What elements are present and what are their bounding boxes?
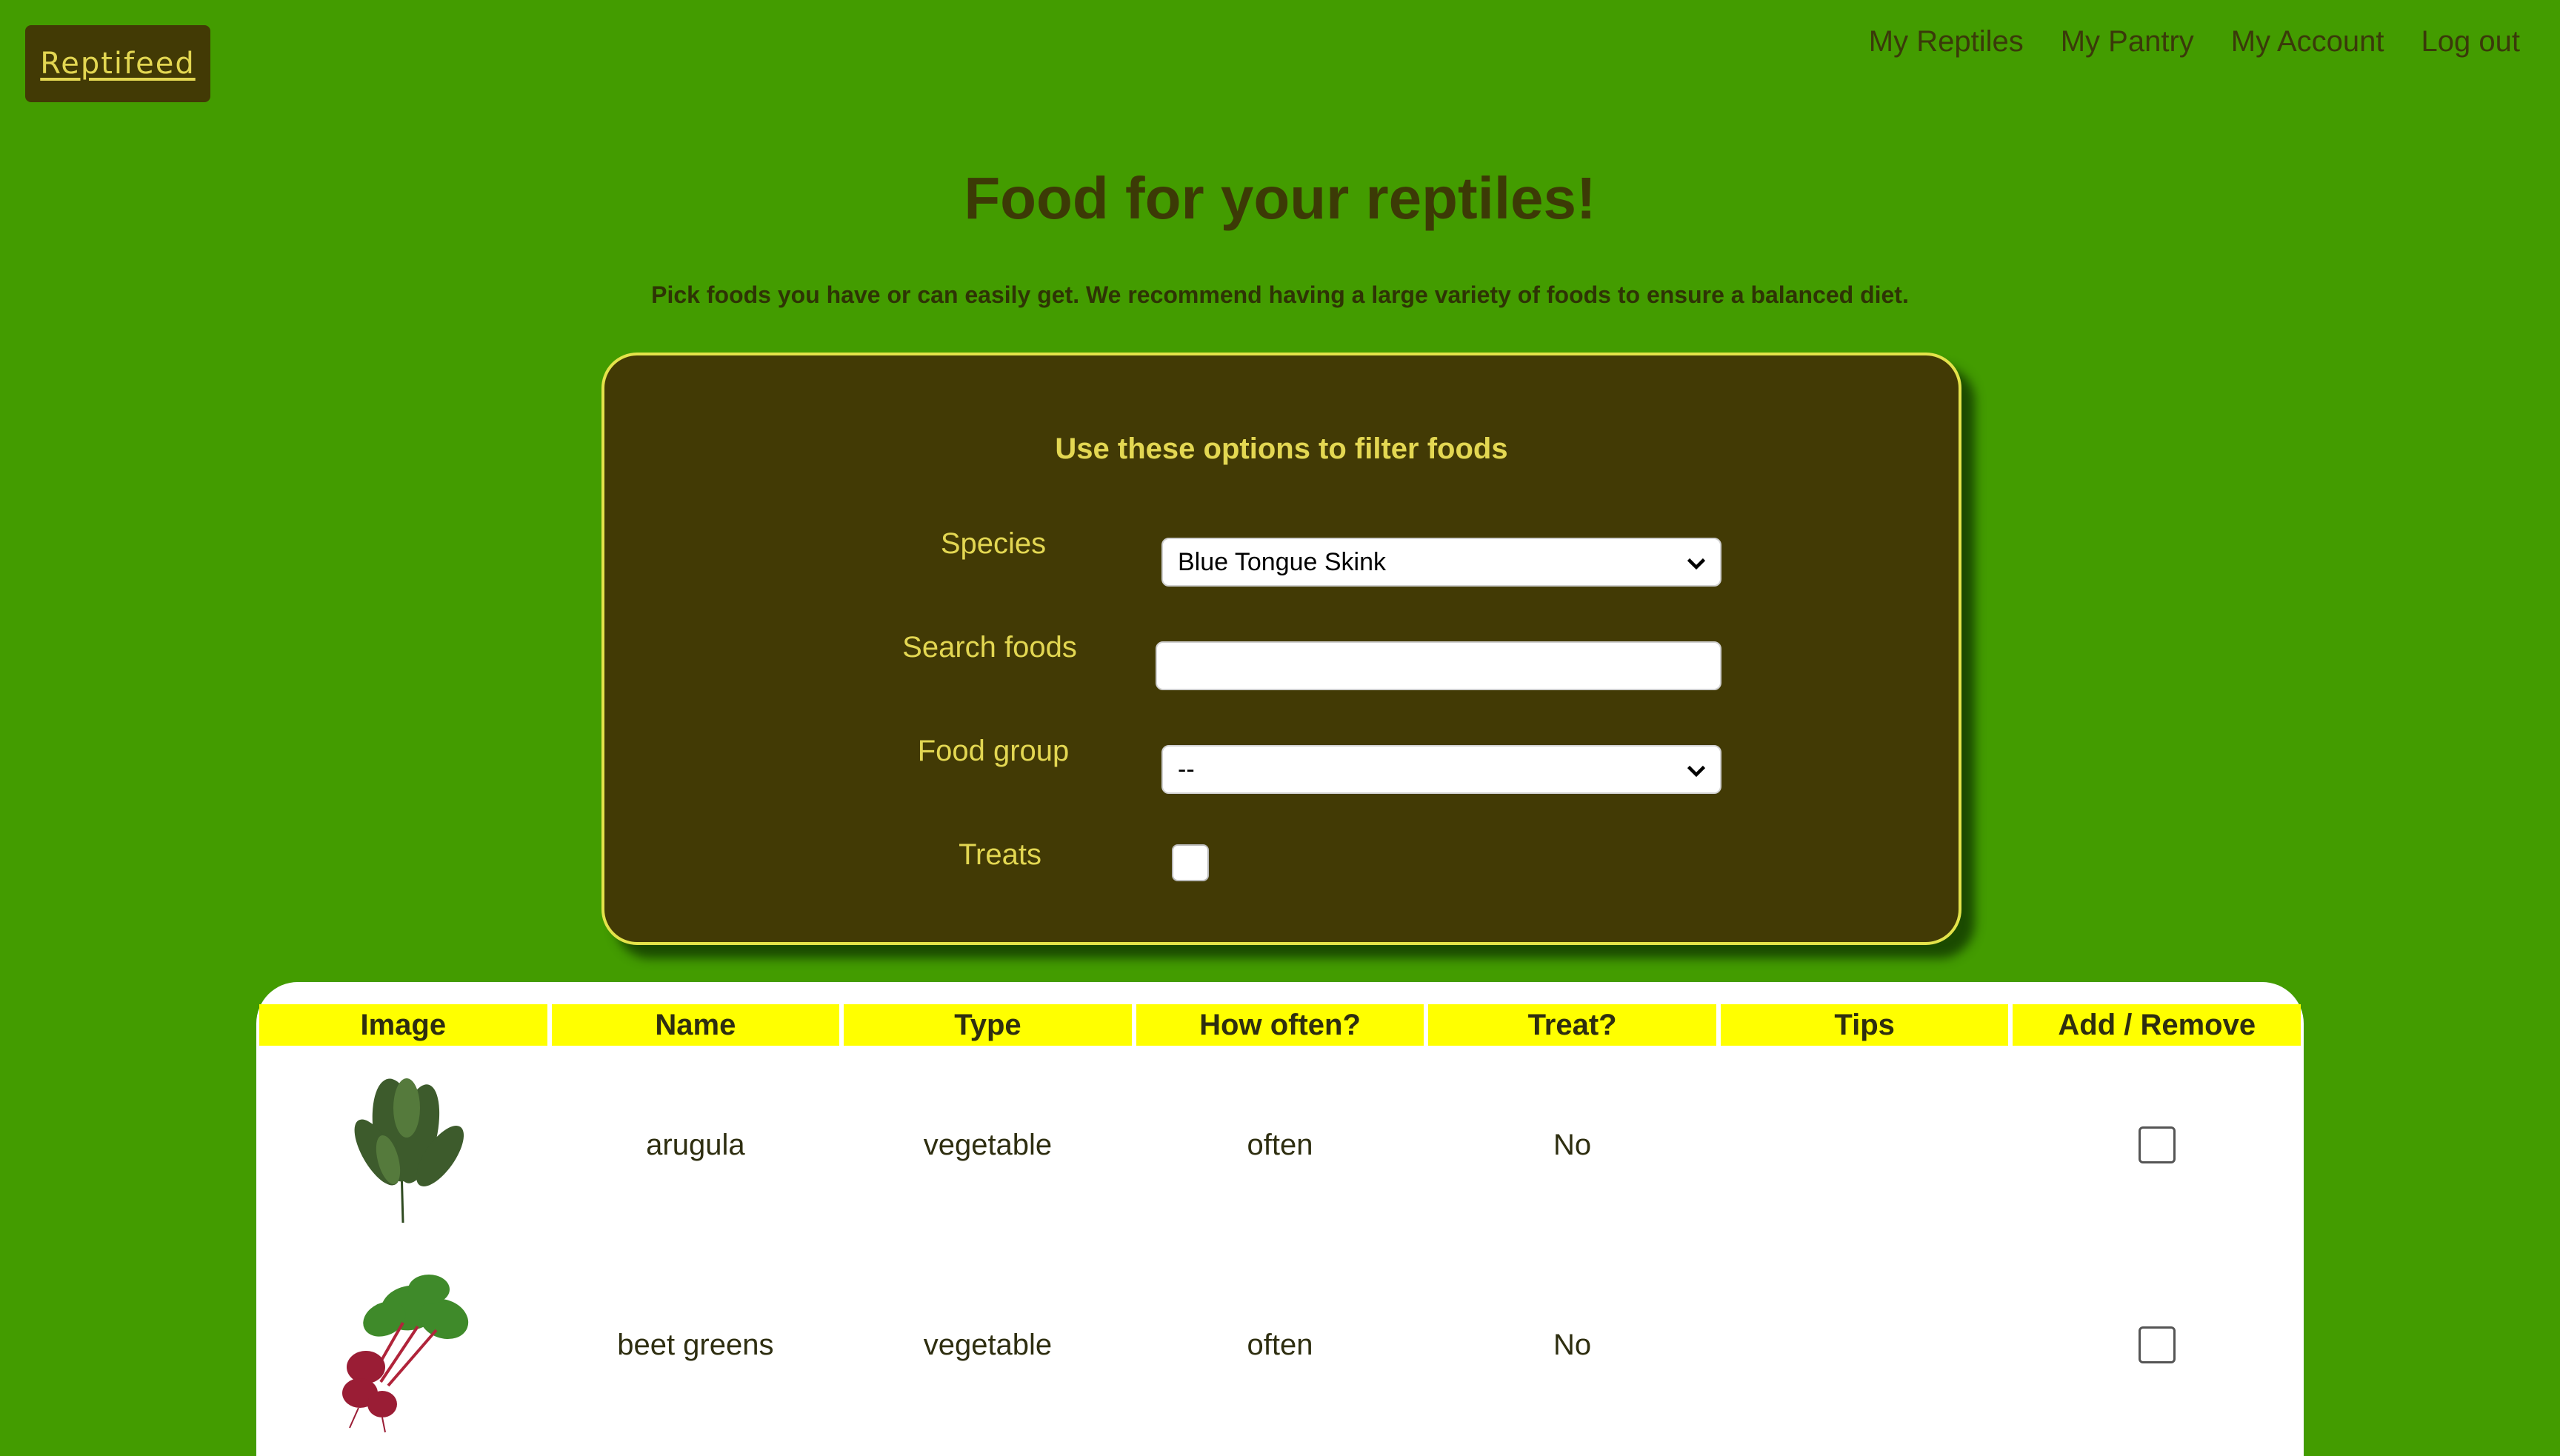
- column-header-how-often: How often?: [1136, 1004, 1424, 1046]
- food-tips: [1721, 1049, 2009, 1241]
- food-image-cell: [259, 1249, 547, 1441]
- brand-link[interactable]: Reptifeed: [40, 47, 195, 81]
- arugula-image: [354, 1078, 464, 1223]
- food-table: Image Name Type How often? Treat? Tips A…: [256, 982, 2304, 1456]
- food-type: vegetable: [923, 1128, 1053, 1161]
- food-name: beet greens: [617, 1328, 774, 1361]
- table-header-row: Image Name Type How often? Treat? Tips A…: [259, 1004, 2301, 1046]
- food-how-often: often: [1247, 1328, 1313, 1361]
- page-subtitle: Pick foods you have or can easily get. W…: [651, 281, 1909, 308]
- top-nav: My Reptiles My Pantry My Account Log out: [1869, 25, 2520, 59]
- nav-log-out[interactable]: Log out: [2421, 25, 2520, 59]
- add-remove-cell: [2013, 1249, 2301, 1441]
- nav-my-reptiles[interactable]: My Reptiles: [1869, 25, 2024, 59]
- table-row: beet greens vegetable often No: [259, 1249, 2301, 1441]
- food-how-often: often: [1247, 1128, 1313, 1161]
- column-header-tips: Tips: [1720, 1004, 2009, 1046]
- column-header-type: Type: [844, 1004, 1132, 1046]
- species-label: Species: [940, 527, 1047, 560]
- add-remove-checkbox[interactable]: [2138, 1326, 2176, 1363]
- chevron-down-icon: [1687, 765, 1706, 778]
- food-name: arugula: [646, 1128, 745, 1161]
- chevron-down-icon: [1687, 558, 1706, 570]
- filter-panel: Use these options to filter foods Specie…: [601, 353, 1961, 945]
- treats-checkbox[interactable]: [1172, 844, 1209, 881]
- food-group-select[interactable]: --: [1161, 745, 1721, 794]
- species-select[interactable]: Blue Tongue Skink: [1161, 538, 1721, 587]
- brand-logo[interactable]: Reptifeed: [25, 25, 210, 102]
- nav-my-account[interactable]: My Account: [2231, 25, 2384, 59]
- page-title: Food for your reptiles!: [964, 165, 1596, 231]
- add-remove-cell: [2013, 1049, 2301, 1241]
- add-remove-checkbox[interactable]: [2138, 1126, 2176, 1163]
- column-header-treat: Treat?: [1428, 1004, 1716, 1046]
- search-label: Search foods: [902, 631, 1077, 664]
- column-header-image: Image: [259, 1004, 547, 1046]
- column-header-name: Name: [551, 1004, 840, 1046]
- food-group-label: Food group: [917, 735, 1070, 767]
- beet-greens-image: [342, 1275, 469, 1433]
- food-treat: No: [1553, 1328, 1592, 1361]
- food-type: vegetable: [923, 1328, 1053, 1361]
- nav-my-pantry[interactable]: My Pantry: [2061, 25, 2194, 59]
- search-input[interactable]: [1156, 641, 1721, 690]
- species-select-value: Blue Tongue Skink: [1178, 547, 1387, 576]
- treats-label: Treats: [959, 838, 1041, 871]
- food-group-select-value: --: [1178, 755, 1195, 784]
- column-header-add-remove: Add / Remove: [2013, 1004, 2301, 1046]
- food-tips: [1721, 1249, 2009, 1441]
- table-row: arugula vegetable often No: [259, 1049, 2301, 1241]
- filter-heading: Use these options to filter foods: [1055, 433, 1508, 465]
- food-image-cell: [259, 1049, 547, 1241]
- food-treat: No: [1553, 1128, 1592, 1161]
